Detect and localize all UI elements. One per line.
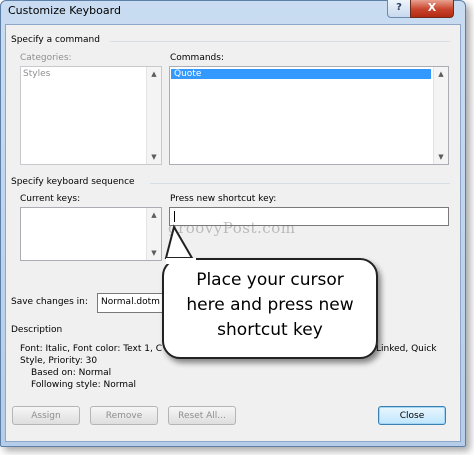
- down-arrow-icon[interactable]: ▼: [434, 150, 448, 164]
- callout-line: here and press new: [186, 295, 354, 315]
- down-arrow-icon[interactable]: ▼: [147, 150, 161, 164]
- description-heading: Description: [11, 325, 63, 335]
- up-arrow-icon[interactable]: ▲: [147, 67, 161, 81]
- list-item-selected[interactable]: Quote: [171, 69, 431, 79]
- commands-listbox[interactable]: Quote ▲ ▼: [169, 66, 449, 165]
- close-button[interactable]: Close: [378, 406, 446, 425]
- current-keys-label: Current keys:: [20, 194, 81, 204]
- commands-label: Commands:: [170, 53, 224, 63]
- commands-scrollbar[interactable]: ▲ ▼: [433, 67, 448, 164]
- callout-pointer-mask: [166, 258, 196, 264]
- assign-button[interactable]: Assign: [12, 406, 80, 425]
- list-item[interactable]: Styles: [23, 69, 50, 79]
- remove-button[interactable]: Remove: [90, 406, 158, 425]
- callout-line: shortcut key: [217, 320, 323, 340]
- up-arrow-icon[interactable]: ▲: [147, 208, 161, 222]
- save-changes-value: Normal.dotm: [101, 297, 160, 307]
- close-icon: X: [427, 1, 437, 14]
- specify-sequence-heading: Specify keyboard sequence: [11, 177, 135, 187]
- save-changes-label: Save changes in:: [11, 297, 88, 307]
- description-line-1-tail: Linked, Quick: [376, 344, 437, 354]
- callout-line: Place your cursor: [196, 270, 344, 290]
- help-button[interactable]: ?: [387, 0, 411, 18]
- window-title: Customize Keyboard: [8, 4, 121, 17]
- reset-all-button[interactable]: Reset All...: [168, 406, 236, 425]
- save-changes-dropdown[interactable]: Normal.dotm: [97, 293, 163, 313]
- section-divider: [150, 183, 450, 184]
- help-icon: ?: [396, 2, 402, 13]
- description-line-3: Based on: Normal: [31, 368, 112, 378]
- section-divider: [110, 41, 450, 42]
- description-line-1: Font: Italic, Font color: Text 1, C: [20, 344, 163, 354]
- window-close-button[interactable]: X: [410, 0, 454, 18]
- description-line-4: Following style: Normal: [31, 380, 137, 390]
- up-arrow-icon[interactable]: ▲: [434, 67, 448, 81]
- specify-command-heading: Specify a command: [11, 35, 100, 45]
- current-keys-listbox[interactable]: ▲ ▼: [20, 207, 162, 261]
- description-line-2: Style, Priority: 30: [20, 356, 98, 366]
- categories-listbox[interactable]: Styles ▲ ▼: [20, 66, 162, 165]
- categories-label: Categories:: [20, 53, 72, 63]
- new-shortcut-label: Press new shortcut key:: [170, 194, 277, 204]
- categories-scrollbar[interactable]: ▲ ▼: [146, 67, 161, 164]
- callout-text: Place your cursor here and press new sho…: [164, 268, 376, 343]
